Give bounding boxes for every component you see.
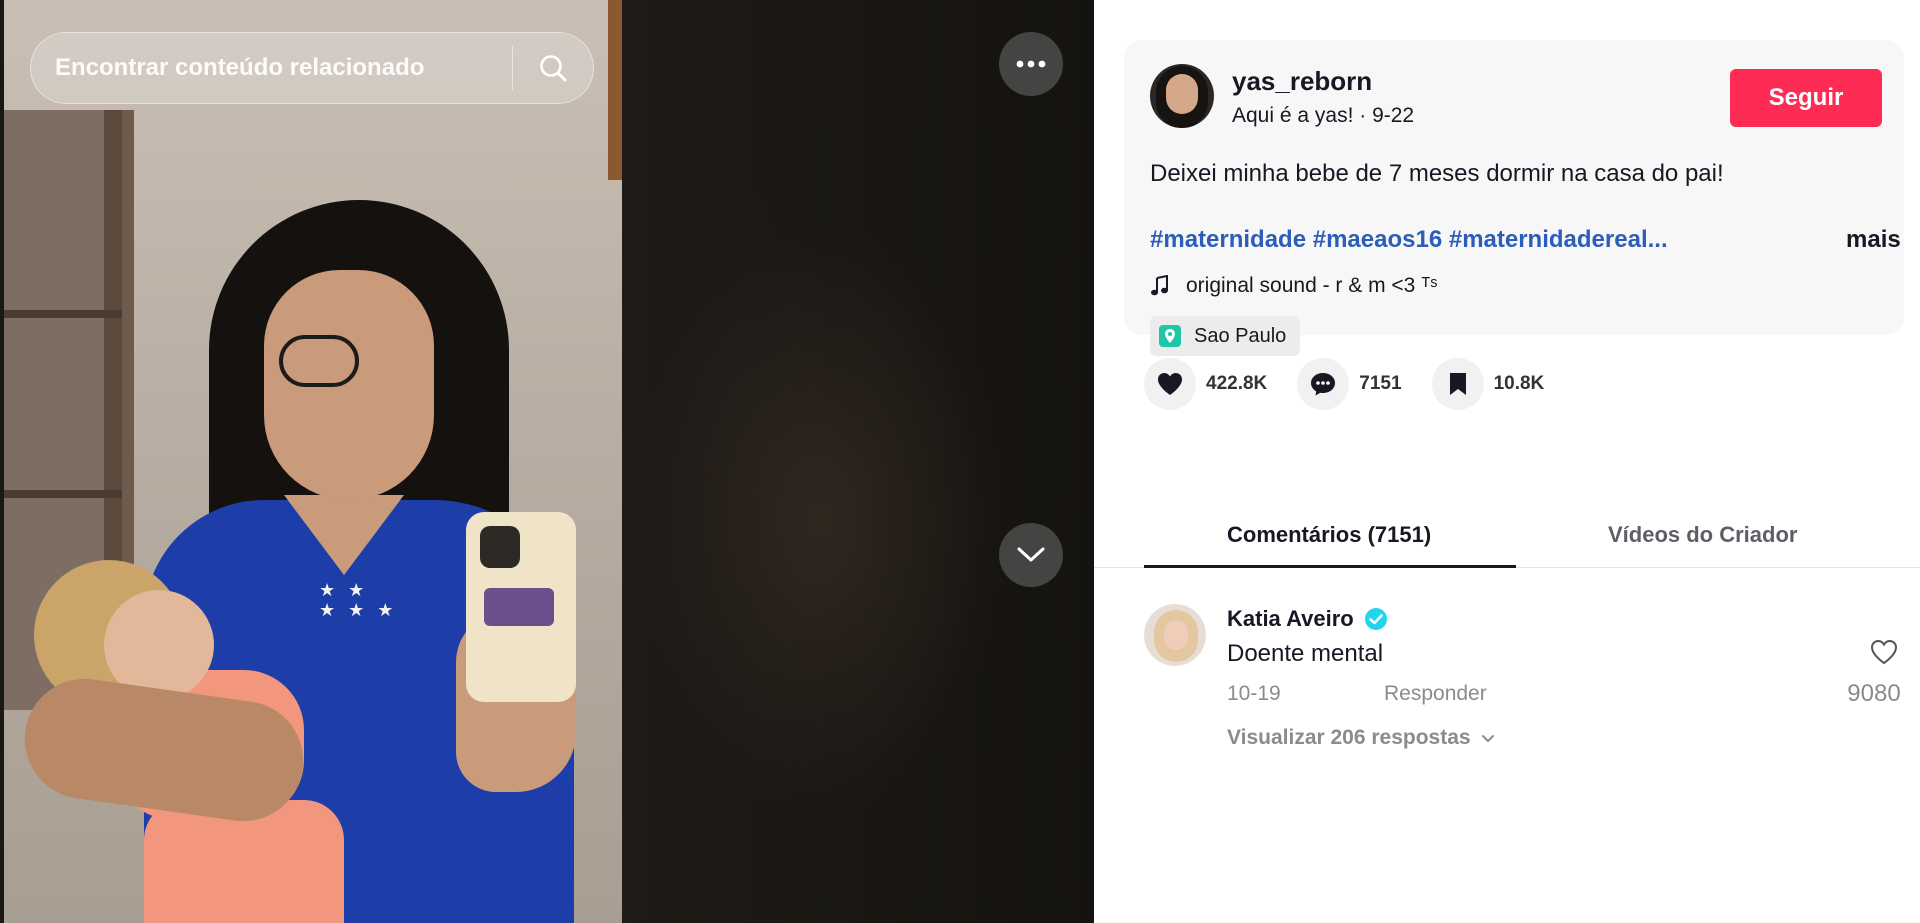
post-date: 9-22 [1372,104,1415,127]
search-bar[interactable]: Encontrar conteúdo relacionado [30,32,594,104]
commenter-name-text: Katia Aveiro [1227,606,1354,631]
hashtag-link[interactable]: #maternidade [1150,226,1306,253]
active-tab-indicator [1144,565,1516,568]
video-phone-camera [480,526,520,568]
comment-tabs: Comentários (7151) Vídeos do Criador [1094,512,1920,568]
save-button[interactable]: 10.8K [1431,358,1545,410]
video-shelf-board [4,310,122,318]
side-panel: yas_reborn Aqui é a yas! · 9-22 Seguir D… [1094,0,1920,923]
author-username[interactable]: yas_reborn [1232,66,1372,97]
reply-button[interactable]: Responder [1384,682,1487,706]
video-player[interactable]: ★ ★ ★ ★ ★ Encontrar conteúdo relacionado [0,0,1094,923]
comment-count: 7151 [1359,373,1402,394]
chevron-down-icon [1017,547,1045,562]
post-info-card: yas_reborn Aqui é a yas! · 9-22 Seguir D… [1124,40,1904,356]
comment-date: 10-19 [1227,682,1281,705]
comment-circle [1297,358,1350,410]
author-avatar[interactable] [1150,64,1214,128]
heart-icon [1158,373,1182,395]
save-circle [1431,358,1484,410]
search-icon [540,55,567,82]
comment-like-count: 9080 [1847,680,1901,707]
search-button[interactable] [513,32,593,104]
comment-button[interactable]: 7151 [1297,358,1402,410]
comment-item: Katia Aveiro Doente mental 10-19 Respond… [1144,600,1901,760]
video-frame[interactable]: ★ ★ ★ ★ ★ [4,0,622,923]
post-hashtags: #maternidade #maeaos16 #maternidadereal.… [1150,226,1668,254]
comment-icon [1311,373,1336,396]
search-input[interactable]: Encontrar conteúdo relacionado [31,54,512,82]
like-button[interactable]: 422.8K [1144,358,1267,410]
bookmark-icon [1449,373,1466,395]
view-replies-label: Visualizar 206 respostas [1227,726,1471,749]
follow-button[interactable]: Seguir [1730,69,1882,127]
more-horizontal-icon [1016,60,1046,68]
heart-outline-icon [1870,639,1898,665]
engagement-bar: 422.8K 7151 10.8K [1144,358,1574,410]
hashtag-link[interactable]: #maternidadereal... [1449,226,1668,253]
sound-link[interactable]: original sound - r & m <3 ᵀˢ [1150,274,1437,298]
view-replies-button[interactable]: Visualizar 206 respostas [1227,726,1495,750]
like-count: 422.8K [1206,373,1268,394]
author-avatar-face [1166,74,1198,114]
commenter-name[interactable]: Katia Aveiro [1227,606,1388,632]
verified-badge-icon [1364,608,1387,630]
video-phone-card [484,588,554,626]
video-door [608,0,622,180]
video-person-face [264,270,434,500]
chevron-down-icon [1481,734,1494,742]
caption-more-link[interactable]: mais [1846,226,1901,254]
commenter-avatar-face [1164,620,1188,650]
author-separator: · [1353,104,1373,127]
location-tag[interactable]: Sao Paulo [1150,316,1301,356]
more-options-button[interactable] [999,32,1063,96]
location-pin-icon [1159,325,1181,347]
save-count: 10.8K [1493,373,1545,394]
video-shelf-board [4,490,122,498]
tab-creator-videos[interactable]: Vídeos do Criador [1608,522,1797,548]
next-video-button[interactable] [999,523,1063,587]
author-subline: Aqui é a yas! · 9-22 [1232,104,1414,128]
author-nickname: Aqui é a yas! [1232,104,1354,127]
music-note-icon [1151,275,1168,296]
like-circle [1144,358,1196,410]
tab-comments[interactable]: Comentários (7151) [1227,522,1431,548]
video-person-glasses [279,335,359,387]
post-caption: Deixei minha bebe de 7 meses dormir na c… [1150,160,1724,187]
comment-text: Doente mental [1227,640,1384,667]
comment-like-button[interactable] [1864,638,1904,671]
commenter-avatar[interactable] [1144,604,1206,666]
location-name: Sao Paulo [1194,324,1287,347]
sound-title: original sound - r & m <3 ᵀˢ [1186,274,1438,297]
hashtag-link[interactable]: #maeaos16 [1313,226,1442,253]
